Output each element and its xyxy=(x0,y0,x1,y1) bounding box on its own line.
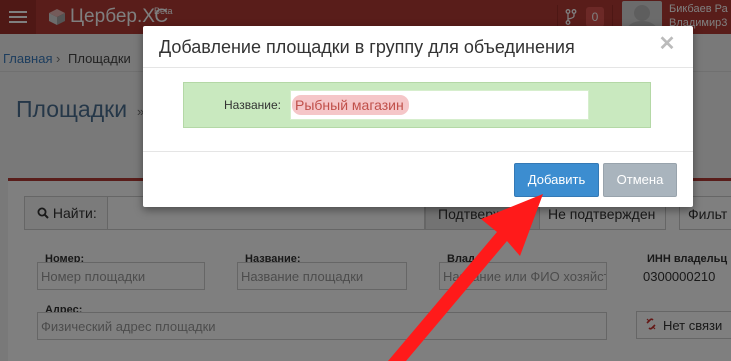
modal-title: Добавление площадки в группу для объедин… xyxy=(159,37,575,57)
add-button[interactable]: Добавить xyxy=(514,163,599,197)
site-name-form-group: Название: Рыбный магазин xyxy=(183,82,651,128)
add-to-group-modal: Добавление площадки в группу для объедин… xyxy=(143,26,693,207)
close-icon[interactable]: ✕ xyxy=(657,34,677,54)
site-name-field[interactable]: Рыбный магазин xyxy=(290,90,589,120)
site-name-value: Рыбный магазин xyxy=(292,95,409,115)
modal-header-divider xyxy=(143,67,693,68)
cancel-button[interactable]: Отмена xyxy=(603,163,677,197)
site-name-label: Название: xyxy=(224,98,281,112)
modal-footer-divider xyxy=(143,151,693,152)
